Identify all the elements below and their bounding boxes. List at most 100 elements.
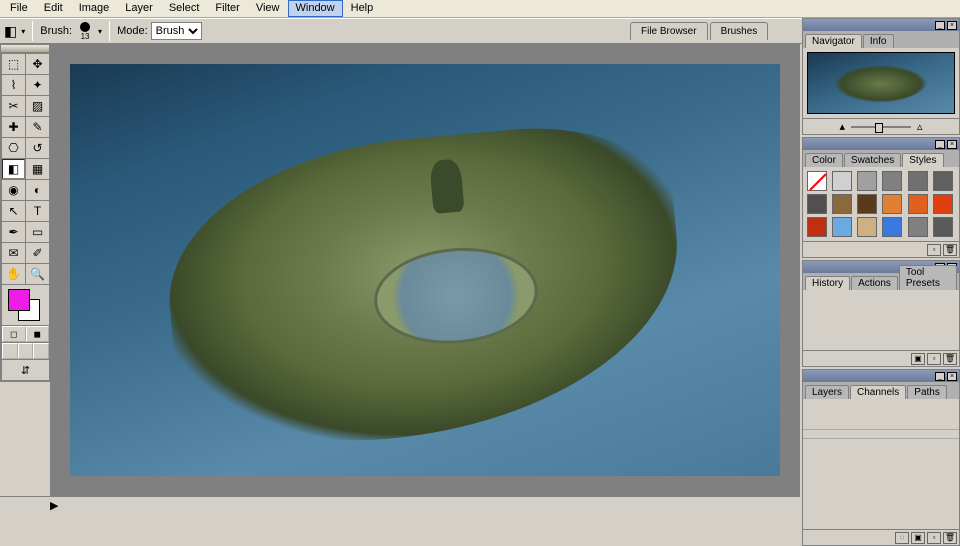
style-swatch[interactable] bbox=[933, 171, 953, 191]
actions-tab[interactable]: Actions bbox=[851, 276, 898, 290]
new-channel-icon[interactable]: ▫ bbox=[927, 532, 941, 544]
minimize-icon[interactable]: _ bbox=[935, 372, 945, 381]
menu-file[interactable]: File bbox=[2, 0, 36, 17]
style-swatch[interactable] bbox=[832, 217, 852, 237]
standard-mode-button[interactable]: ◻ bbox=[2, 326, 26, 342]
zoom-slider[interactable] bbox=[851, 126, 911, 128]
notes-tool[interactable]: ✉ bbox=[2, 243, 25, 263]
menu-edit[interactable]: Edit bbox=[36, 0, 71, 17]
trash-icon[interactable]: 🗑 bbox=[943, 532, 957, 544]
style-swatch[interactable] bbox=[857, 171, 877, 191]
eyedropper-tool[interactable]: ✐ bbox=[26, 243, 49, 263]
path-select-tool[interactable]: ↖ bbox=[2, 201, 25, 221]
close-icon[interactable]: × bbox=[947, 140, 957, 149]
style-swatch[interactable] bbox=[807, 217, 827, 237]
crop-tool[interactable]: ✂ bbox=[2, 96, 25, 116]
toolbox: ⬚ ✥ ⌇ ✦ ✂ ▨ ✚ ✎ ⎔ ↺ ◧ ▦ ◉ ◐ ↖ T ✒ ▭ ✉ ✐ … bbox=[0, 44, 50, 382]
style-swatch[interactable] bbox=[857, 217, 877, 237]
paths-tab[interactable]: Paths bbox=[907, 385, 947, 399]
file-browser-tab[interactable]: File Browser bbox=[630, 22, 708, 40]
stamp-tool[interactable]: ⎔ bbox=[2, 138, 25, 158]
magic-wand-tool[interactable]: ✦ bbox=[26, 75, 49, 95]
swatches-tab[interactable]: Swatches bbox=[844, 153, 901, 167]
mode-label: Mode: bbox=[117, 25, 148, 37]
lasso-tool[interactable]: ⌇ bbox=[2, 75, 25, 95]
healing-tool[interactable]: ✚ bbox=[2, 117, 25, 137]
type-tool[interactable]: T bbox=[26, 201, 49, 221]
jump-to-button[interactable]: ⇵ bbox=[2, 360, 49, 380]
marquee-tool[interactable]: ⬚ bbox=[2, 54, 25, 74]
trash-icon[interactable]: 🗑 bbox=[943, 244, 957, 256]
screen-mode-3[interactable] bbox=[33, 343, 49, 359]
toolbox-drag-handle[interactable] bbox=[1, 45, 49, 53]
foreground-color[interactable] bbox=[8, 289, 30, 311]
dodge-tool[interactable]: ◐ bbox=[26, 180, 49, 200]
history-brush-tool[interactable]: ↺ bbox=[26, 138, 49, 158]
zoom-out-icon[interactable]: ▴ bbox=[839, 120, 845, 133]
menu-layer[interactable]: Layer bbox=[117, 0, 161, 17]
style-swatch[interactable] bbox=[933, 194, 953, 214]
minimize-icon[interactable]: _ bbox=[935, 140, 945, 149]
quickmask-mode-button[interactable]: ◼ bbox=[26, 326, 50, 342]
navigator-thumbnail[interactable] bbox=[807, 52, 955, 114]
style-swatch[interactable] bbox=[807, 171, 827, 191]
move-tool[interactable]: ✥ bbox=[26, 54, 49, 74]
style-swatch[interactable] bbox=[807, 194, 827, 214]
history-panel: _× History Actions Tool Presets ▣ ▫ 🗑 bbox=[802, 260, 960, 367]
tool-presets-tab[interactable]: Tool Presets bbox=[899, 265, 957, 290]
color-tab[interactable]: Color bbox=[805, 153, 843, 167]
layers-tab[interactable]: Layers bbox=[805, 385, 849, 399]
navigator-tab[interactable]: Navigator bbox=[805, 34, 862, 48]
blur-tool[interactable]: ◉ bbox=[2, 180, 25, 200]
screen-mode-1[interactable] bbox=[2, 343, 18, 359]
style-swatch[interactable] bbox=[882, 194, 902, 214]
style-swatch[interactable] bbox=[882, 171, 902, 191]
slice-tool[interactable]: ▨ bbox=[26, 96, 49, 116]
doc-info[interactable]: ▶ bbox=[50, 499, 58, 512]
menu-help[interactable]: Help bbox=[343, 0, 382, 17]
menu-select[interactable]: Select bbox=[161, 0, 208, 17]
screen-mode-2[interactable] bbox=[18, 343, 34, 359]
save-selection-icon[interactable]: ▣ bbox=[911, 532, 925, 544]
new-doc-icon[interactable]: ▫ bbox=[927, 353, 941, 365]
canvas-area[interactable] bbox=[50, 44, 800, 496]
brushes-tab[interactable]: Brushes bbox=[710, 22, 769, 40]
history-tab[interactable]: History bbox=[805, 276, 850, 290]
style-swatch[interactable] bbox=[908, 194, 928, 214]
mode-select[interactable]: Brush bbox=[151, 22, 202, 40]
style-swatch[interactable] bbox=[857, 194, 877, 214]
menu-image[interactable]: Image bbox=[71, 0, 118, 17]
menu-window[interactable]: Window bbox=[288, 0, 343, 17]
eraser-tool-icon: ◧ bbox=[4, 23, 17, 40]
channels-tab[interactable]: Channels bbox=[850, 385, 906, 399]
color-swatches[interactable] bbox=[2, 285, 49, 325]
pen-tool[interactable]: ✒ bbox=[2, 222, 25, 242]
style-swatch[interactable] bbox=[908, 217, 928, 237]
close-icon[interactable]: × bbox=[947, 372, 957, 381]
style-swatch[interactable] bbox=[832, 171, 852, 191]
load-selection-icon[interactable]: ◌ bbox=[895, 532, 909, 544]
shape-tool[interactable]: ▭ bbox=[26, 222, 49, 242]
trash-icon[interactable]: 🗑 bbox=[943, 353, 957, 365]
new-style-icon[interactable]: ▫ bbox=[927, 244, 941, 256]
minimize-icon[interactable]: _ bbox=[935, 21, 945, 30]
hand-tool[interactable]: ✋ bbox=[2, 264, 25, 284]
brush-tool[interactable]: ✎ bbox=[26, 117, 49, 137]
menu-filter[interactable]: Filter bbox=[207, 0, 247, 17]
style-swatch[interactable] bbox=[882, 217, 902, 237]
styles-tab[interactable]: Styles bbox=[902, 153, 943, 167]
close-icon[interactable]: × bbox=[947, 21, 957, 30]
new-snapshot-icon[interactable]: ▣ bbox=[911, 353, 925, 365]
gradient-tool[interactable]: ▦ bbox=[26, 159, 49, 179]
eraser-tool[interactable]: ◧ bbox=[2, 159, 25, 179]
menu-view[interactable]: View bbox=[248, 0, 288, 17]
style-swatch[interactable] bbox=[933, 217, 953, 237]
document-image[interactable] bbox=[70, 64, 780, 476]
info-tab[interactable]: Info bbox=[863, 34, 894, 48]
styles-panel: _× Color Swatches Styles ▫ 🗑 bbox=[802, 137, 960, 258]
style-swatch[interactable] bbox=[908, 171, 928, 191]
style-swatch[interactable] bbox=[832, 194, 852, 214]
zoom-in-icon[interactable]: ▵ bbox=[917, 120, 923, 133]
zoom-tool[interactable]: 🔍 bbox=[26, 264, 49, 284]
brush-preset-picker[interactable]: 13 bbox=[75, 21, 95, 41]
